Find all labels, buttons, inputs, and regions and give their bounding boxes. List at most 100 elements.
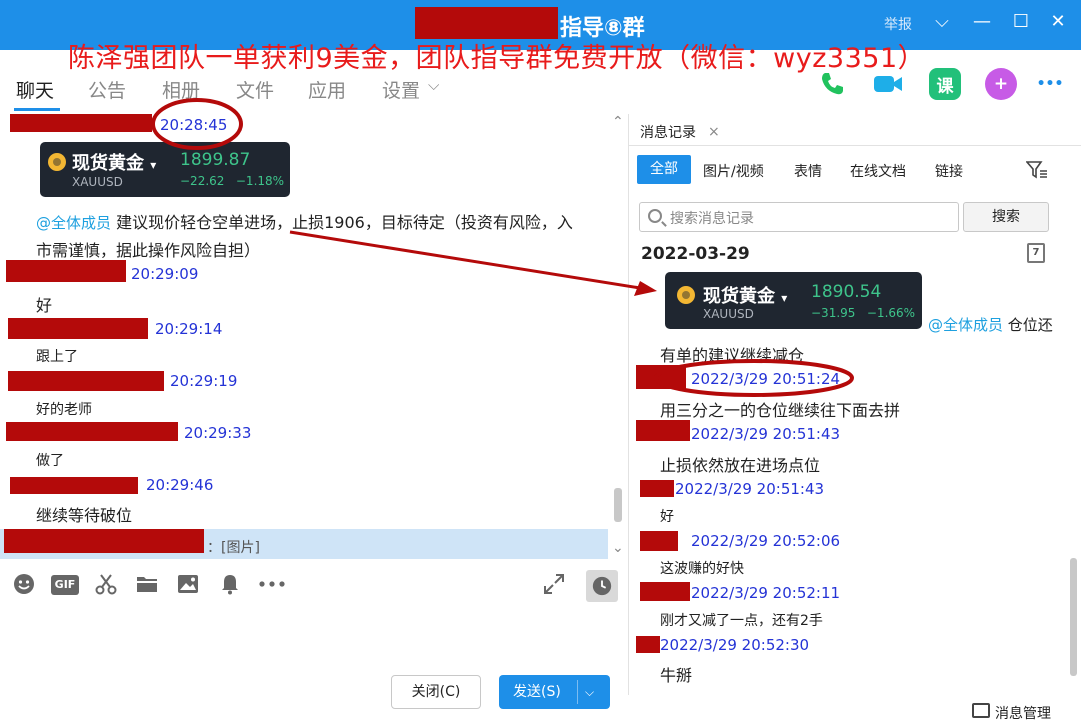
folder-icon[interactable]: [134, 572, 160, 598]
message-timestamp: 20:29:14: [155, 320, 223, 338]
tab-album[interactable]: 相册: [162, 76, 200, 103]
history-message-text: 刚才又减了一点，还有2手: [660, 613, 823, 629]
search-button[interactable]: 搜索: [963, 202, 1049, 232]
gif-icon[interactable]: GIF: [51, 572, 79, 598]
send-label: 发送(S): [513, 684, 561, 700]
message-text: 跟上了: [36, 349, 78, 365]
quote-price: 1899.87: [180, 150, 251, 170]
redacted-sender: [636, 420, 690, 441]
history-message-text: 这波赚的好快: [660, 561, 744, 577]
message-manage-button[interactable]: 消息管理: [995, 703, 1051, 723]
close-window-button[interactable]: ✕: [1046, 11, 1070, 32]
filter-all[interactable]: 全部: [637, 155, 691, 184]
quote-name: 现货黄金: [72, 153, 144, 174]
tab-files[interactable]: 文件: [236, 76, 274, 103]
redacted-sender: [6, 260, 126, 282]
mention-all[interactable]: @全体成员: [36, 214, 111, 232]
quote-price: 1890.54: [811, 282, 882, 302]
tab-settings[interactable]: 设置: [382, 76, 420, 103]
advice-line-1: 建议现价轻仓空单进场，止损1906，目标待定（投资有风险，入: [116, 213, 573, 232]
minimize-button[interactable]: —: [970, 11, 994, 32]
redacted-sender: [636, 636, 660, 653]
history-timestamp: 2022/3/29 20:51:24: [691, 370, 841, 388]
history-message-text: 止损依然放在进场点位: [660, 456, 821, 475]
calendar-icon[interactable]: 7: [1027, 243, 1045, 263]
gold-coin-icon: [48, 153, 66, 171]
redacted-group-name: [415, 7, 558, 39]
history-timestamp: 2022/3/29 20:51:43: [675, 480, 825, 498]
message-text: 做了: [36, 453, 64, 469]
gold-coin-icon: [677, 286, 695, 304]
history-tab[interactable]: 消息记录: [640, 122, 696, 142]
send-button[interactable]: 发送(S) ⌵: [499, 675, 610, 709]
history-scrollbar[interactable]: [1070, 558, 1077, 676]
message-manage-icon[interactable]: [972, 703, 990, 718]
send-options-chevron-icon[interactable]: ⌵: [585, 675, 594, 709]
redacted-sender: [8, 318, 148, 339]
quote-percent: −1.66%: [866, 306, 916, 320]
quote-percent: −1.18%: [235, 174, 285, 188]
filter-stickers[interactable]: 表情: [794, 161, 822, 181]
quote-change: −31.95: [811, 306, 856, 320]
collapse-bottom-icon[interactable]: ⌄: [612, 540, 624, 556]
advice-line-2: 市需谨慎，据此操作风险自担）: [36, 241, 261, 260]
class-icon[interactable]: 课: [929, 68, 961, 100]
history-timestamp: 2022/3/29 20:52:06: [691, 532, 841, 550]
history-timestamp: 2022/3/29 20:52:11: [691, 584, 841, 602]
tab-announcements[interactable]: 公告: [88, 76, 126, 103]
history-date: 2022-03-29: [641, 244, 750, 264]
filter-settings-icon[interactable]: [1025, 160, 1048, 184]
redacted-sender: [640, 480, 674, 497]
mention-all[interactable]: @全体成员: [928, 316, 1003, 334]
history-message-text: 好: [660, 509, 674, 525]
filter-docs[interactable]: 在线文档: [850, 161, 906, 181]
tab-chat[interactable]: 聊天: [16, 76, 54, 103]
chat-scrollbar[interactable]: [614, 488, 622, 522]
report-button[interactable]: 举报: [884, 14, 912, 34]
more-icon[interactable]: •••: [1033, 68, 1067, 100]
settings-chevron-icon[interactable]: ⌵: [428, 76, 439, 94]
message-text: 好的老师: [36, 402, 92, 418]
filter-links[interactable]: 链接: [935, 161, 963, 181]
quote-dropdown-icon: ▾: [150, 158, 157, 172]
bell-icon[interactable]: [217, 572, 243, 598]
search-icon: [648, 209, 662, 223]
redacted-sender: [10, 114, 152, 132]
active-tab-indicator: [14, 108, 60, 111]
scissors-icon[interactable]: [93, 572, 119, 598]
filter-media[interactable]: 图片/视频: [703, 161, 764, 181]
promo-overlay-text: 陈泽强团队一单获利9美金，团队指导群免费开放（微信：wyz3351）: [68, 43, 926, 74]
chevron-down-icon[interactable]: ⌵: [930, 11, 954, 32]
quote-symbol: XAUUSD: [703, 307, 754, 321]
redacted-sender: [10, 477, 138, 494]
history-search-input[interactable]: 搜索消息记录: [639, 202, 959, 232]
close-button[interactable]: 关闭(C): [391, 675, 481, 709]
more-icon[interactable]: [257, 572, 287, 598]
emoji-icon[interactable]: [11, 572, 37, 598]
expand-icon[interactable]: [541, 572, 567, 598]
history-mention: @全体成员 仓位还: [928, 314, 1053, 335]
redacted-sender: [8, 371, 164, 391]
redacted-sender: [636, 365, 686, 389]
mention-text: 仓位还: [1007, 316, 1053, 334]
quote-symbol: XAUUSD: [72, 175, 123, 189]
message-text: 继续等待破位: [36, 506, 133, 525]
message-timestamp: 20:28:45: [160, 116, 228, 134]
collapse-top-icon[interactable]: ⌃: [612, 114, 624, 130]
image-icon[interactable]: [175, 572, 201, 598]
advice-message: @全体成员 建议现价轻仓空单进场，止损1906，目标待定（投资有风险，入: [36, 209, 573, 233]
history-clock-icon[interactable]: [586, 570, 618, 602]
tab-apps[interactable]: 应用: [308, 76, 346, 103]
message-timestamp: 20:29:09: [131, 265, 199, 283]
close-history-icon[interactable]: ×: [708, 124, 720, 140]
redacted-sender: [6, 422, 178, 441]
gold-quote-card[interactable]: 现货黄金 ▾ XAUUSD 1899.87 −22.62 −1.18%: [40, 142, 290, 197]
add-icon[interactable]: +: [985, 68, 1017, 100]
redacted-sender: [640, 582, 690, 601]
gold-quote-card[interactable]: 现货黄金 ▾ XAUUSD 1890.54 −31.95 −1.66%: [665, 272, 922, 329]
redacted-sender: [4, 529, 204, 553]
quote-dropdown-icon: ▾: [781, 291, 788, 305]
image-preview-text: ：[图片]: [207, 540, 260, 556]
history-timestamp: 2022/3/29 20:51:43: [691, 425, 841, 443]
maximize-button[interactable]: ☐: [1009, 11, 1033, 32]
